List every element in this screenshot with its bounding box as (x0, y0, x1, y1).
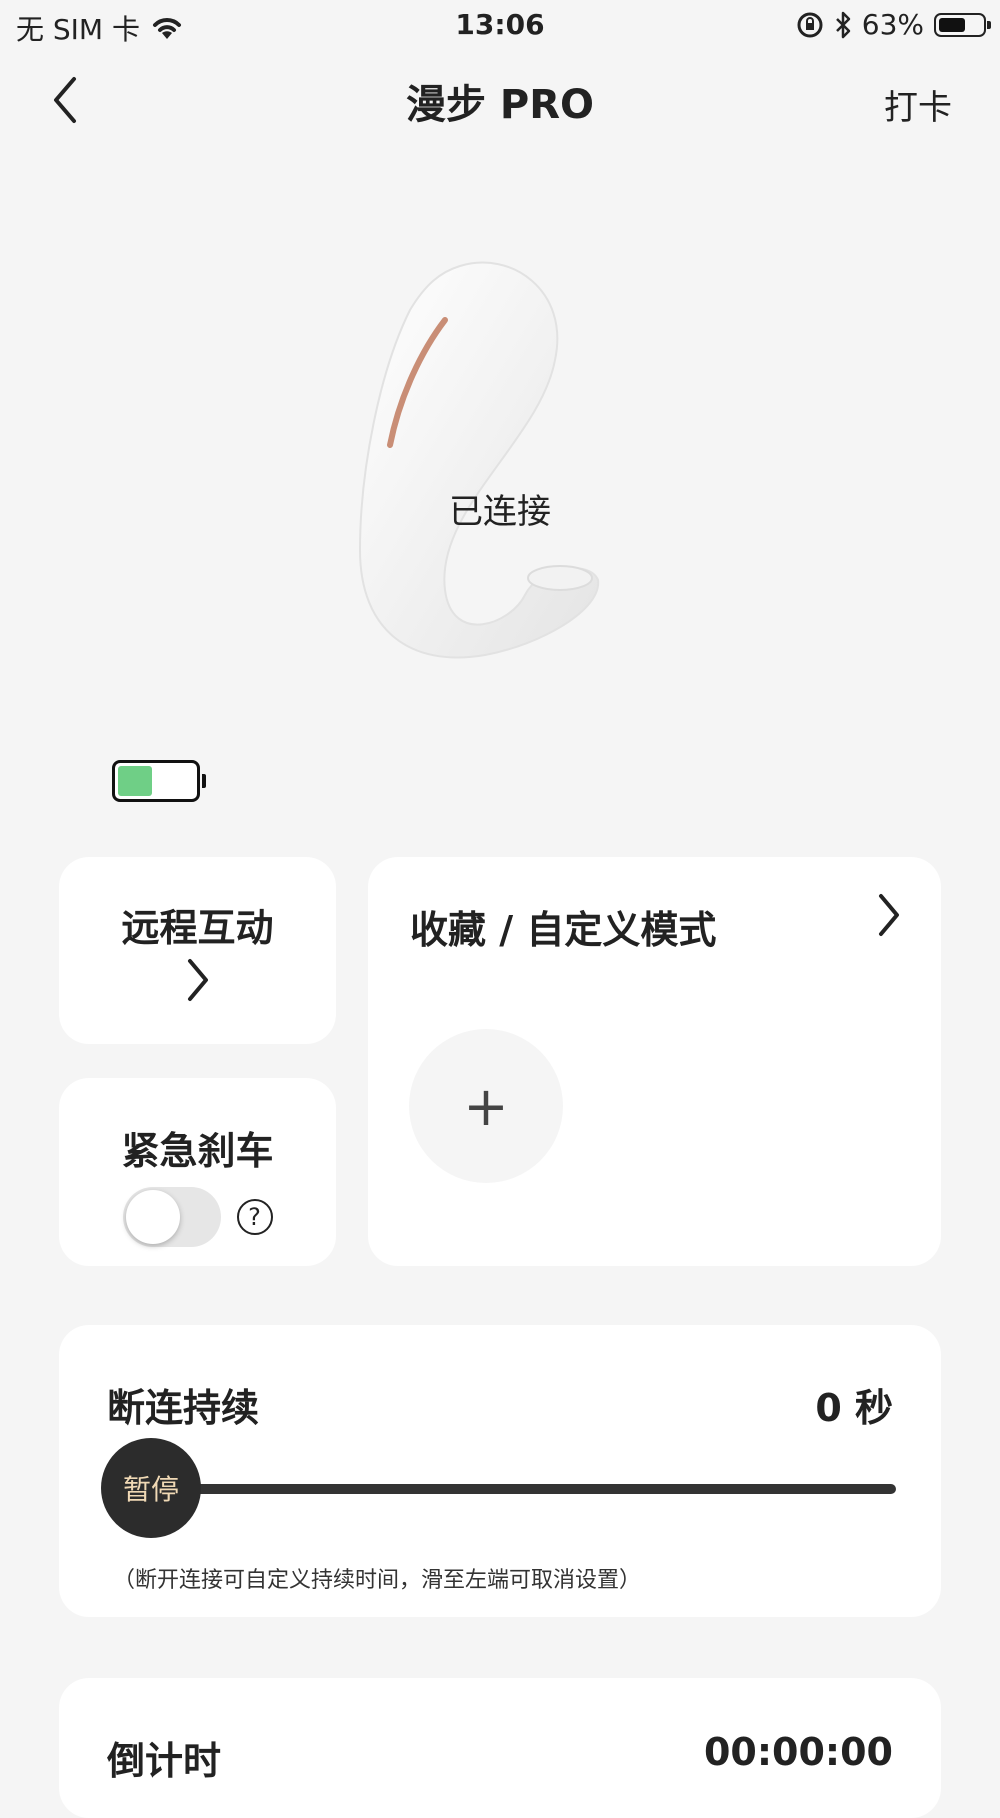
duration-hint: （断开连接可自定义持续时间，滑至左端可取消设置） (113, 1568, 642, 1593)
duration-slider-thumb[interactable]: 暂停 (101, 1438, 201, 1538)
disconnect-duration-value: 0 秒 (815, 1386, 893, 1430)
add-mode-button[interactable]: + (409, 1029, 563, 1183)
checkin-button[interactable]: 打卡 (884, 80, 952, 129)
duration-slider-track[interactable] (154, 1484, 896, 1494)
page-title: 漫步 PRO (405, 82, 595, 128)
device-battery-level (118, 766, 153, 796)
favorites-card: 收藏 / 自定义模式 + (368, 857, 941, 1266)
remote-interaction-label: 远程互动 (121, 906, 274, 950)
favorites-open-button[interactable] (877, 893, 901, 941)
bluetooth-icon (835, 11, 851, 38)
remote-interaction-card[interactable]: 远程互动 (59, 857, 336, 1044)
help-icon[interactable]: ? (236, 1199, 273, 1235)
orientation-lock-icon (797, 12, 823, 37)
countdown-value: 00:00:00 (703, 1730, 893, 1774)
emergency-brake-toggle[interactable] (122, 1187, 221, 1247)
emergency-brake-card: 紧急刹车 ? (59, 1078, 336, 1266)
status-indicators: 63% (796, 8, 991, 41)
favorites-label: 收藏 / 自定义模式 (410, 908, 717, 952)
connection-status: 已连接 (449, 492, 551, 532)
countdown-card[interactable]: 倒计时 00:00:00 (59, 1678, 941, 1818)
chevron-right-icon (879, 894, 899, 936)
plus-icon: + (463, 1074, 509, 1138)
battery-percent: 63% (861, 8, 924, 41)
emergency-brake-label: 紧急刹车 (121, 1129, 274, 1173)
toggle-knob (125, 1190, 180, 1244)
disconnect-duration-card: 断连持续 0 秒 暂停 （断开连接可自定义持续时间，滑至左端可取消设置） (59, 1325, 941, 1617)
countdown-label: 倒计时 (107, 1739, 222, 1783)
device-battery-icon (112, 760, 206, 802)
disconnect-duration-label: 断连持续 (107, 1386, 260, 1430)
battery-fill (939, 17, 966, 32)
chevron-right-icon (187, 959, 208, 1001)
battery-icon (934, 12, 991, 37)
